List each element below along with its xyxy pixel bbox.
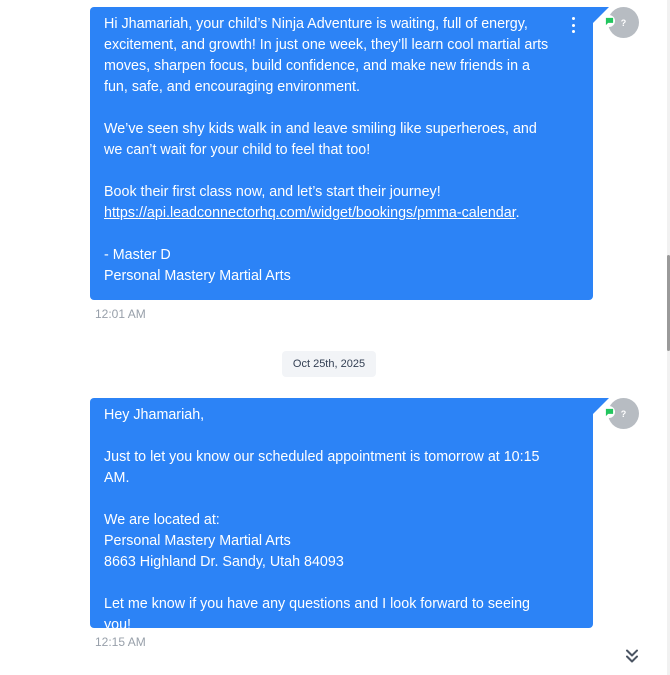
message-bubble-1: Hi Jhamariah, your child’s Ninja Adventu… <box>90 7 609 300</box>
booking-link[interactable]: https://api.leadconnectorhq.com/widget/b… <box>104 205 516 221</box>
message-timestamp: 12:01 AM <box>95 307 146 321</box>
sms-chat-icon <box>605 17 613 25</box>
avatar-initial: ? <box>620 17 627 28</box>
message-2-paragraph-4: Let me know if you have any questions an… <box>104 596 534 633</box>
message-timestamp: 12:15 AM <box>95 635 146 649</box>
sms-chat-icon <box>605 408 613 416</box>
avatar-initial: ? <box>620 408 627 419</box>
message-1-paragraph-3: Book their first class now, and let’s st… <box>104 182 553 224</box>
message-bubble-2: Hey Jhamariah, Just to let you know our … <box>90 398 609 633</box>
more-vertical-icon <box>571 17 575 20</box>
message-1-paragraph-2: We’ve seen shy kids walk in and leave sm… <box>104 121 541 158</box>
chevrons-down-icon <box>626 649 638 663</box>
channel-badge <box>603 406 615 418</box>
message-1-signature: - Master D Personal Mastery Martial Arts <box>104 247 291 284</box>
date-separator: Oct 25th, 2025 <box>282 351 376 377</box>
scroll-to-bottom-button[interactable] <box>619 643 645 669</box>
message-menu-button[interactable] <box>567 17 579 33</box>
channel-badge <box>603 15 615 27</box>
message-2-paragraph-3: We are located at: Personal Mastery Mart… <box>104 512 344 570</box>
message-2-paragraph-2: Just to let you know our scheduled appoi… <box>104 449 543 486</box>
booking-link-suffix: . <box>515 205 520 221</box>
message-1-cta-text: Book their first class now, and let’s st… <box>104 184 441 200</box>
message-1-paragraph-1: Hi Jhamariah, your child’s Ninja Adventu… <box>104 16 553 95</box>
message-2-paragraph-1: Hey Jhamariah, <box>104 407 205 423</box>
